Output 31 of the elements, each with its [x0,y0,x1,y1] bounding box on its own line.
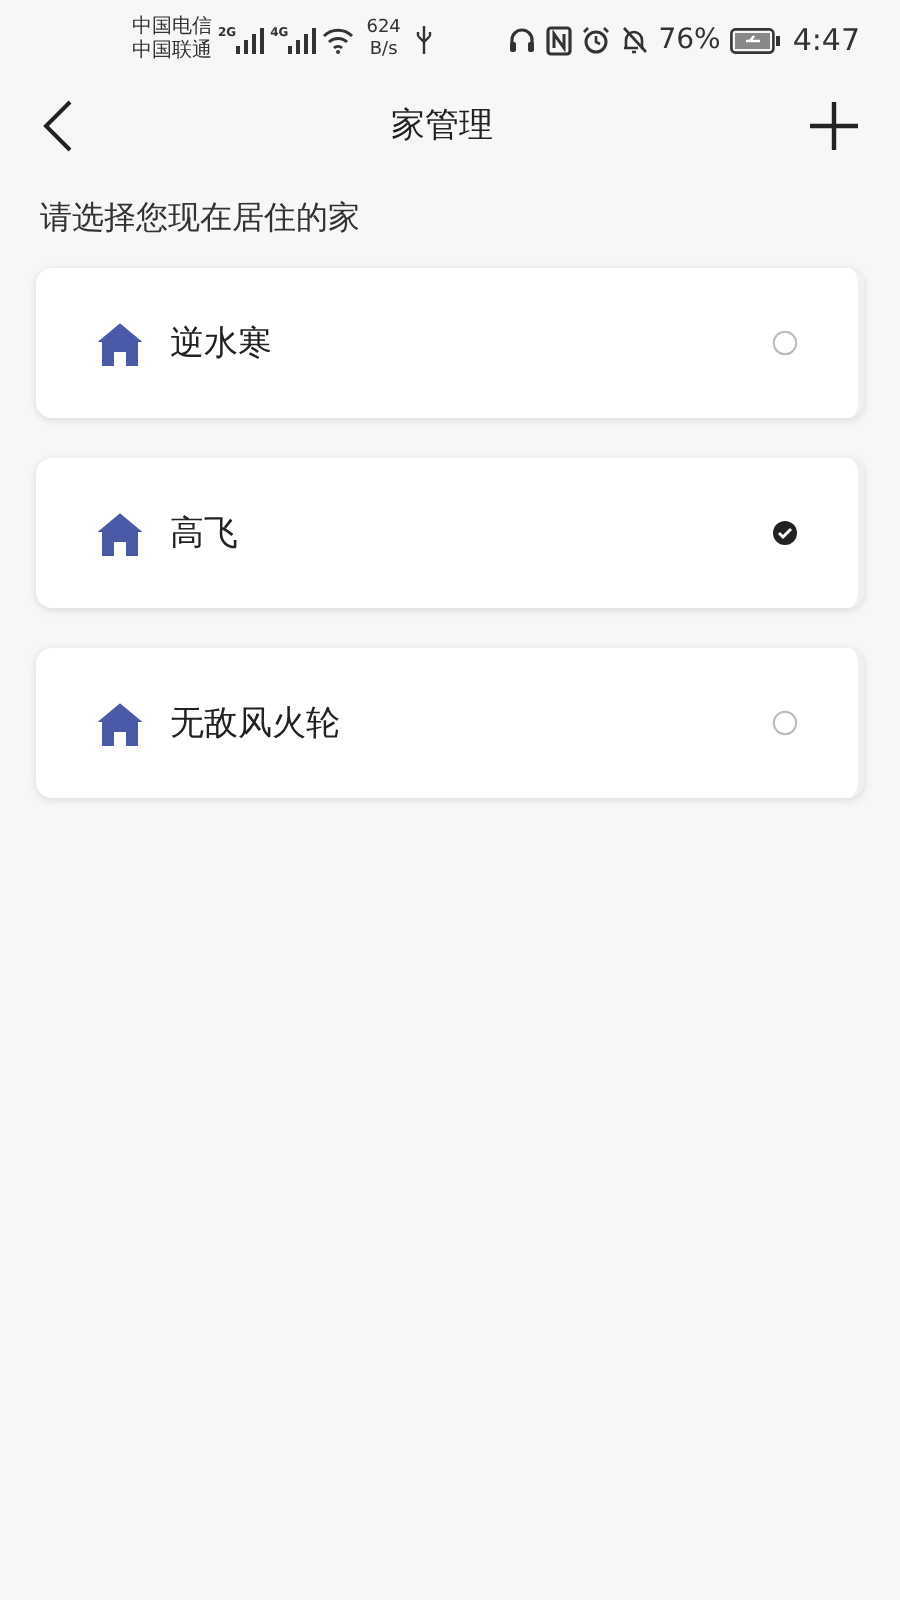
prompt-text: 请选择您现在居住的家 [40,198,362,240]
signal-icon [236,26,265,54]
back-button[interactable] [40,97,76,153]
alarm-icon [582,26,611,54]
muted-bell-icon [620,26,649,54]
radio-button[interactable] [772,330,798,356]
speed-text: 624 [366,18,401,40]
home-card[interactable]: 高飞 [36,458,864,608]
battery-percent: 76% [658,24,721,56]
page-title: 家管理 [391,104,493,148]
home-name: 高飞 [170,512,240,556]
headphones-icon [508,26,537,54]
carrier-text: 中国电信 [132,16,212,39]
radio-button[interactable] [772,710,798,736]
home-name: 无敌风火轮 [170,702,342,746]
carrier-text: 中国联通 [132,40,212,64]
clock-text: 4:47 [792,22,860,58]
usb-icon [416,26,433,54]
add-button[interactable] [808,99,860,151]
home-card[interactable]: 逆水寒 [36,268,864,418]
home-card[interactable]: 无敌风火轮 [36,648,864,798]
signal-icon [288,26,317,54]
radio-checked[interactable] [772,520,798,546]
battery-icon [730,27,783,53]
nfc-icon [546,25,573,55]
house-icon [94,509,146,557]
house-icon [94,699,146,747]
home-name: 逆水寒 [170,322,274,366]
speed-text: B/s [369,40,398,62]
house-icon [94,319,146,367]
wifi-icon [322,27,355,53]
